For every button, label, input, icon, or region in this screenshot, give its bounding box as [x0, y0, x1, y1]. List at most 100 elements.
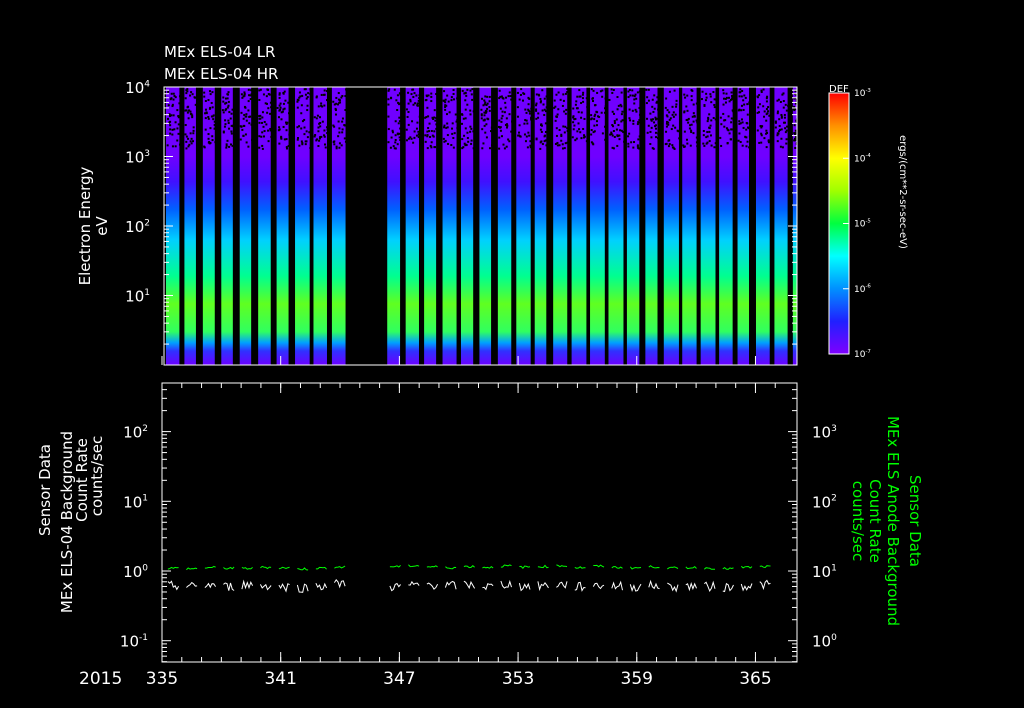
- spectrogram-speckle: [505, 145, 508, 148]
- spectrogram-speckle: [306, 109, 309, 112]
- spectrogram-speckle: [763, 110, 766, 113]
- spectrogram-speckle: [695, 102, 698, 105]
- spectrogram-speckle: [222, 96, 225, 99]
- spectrogram-speckle: [746, 140, 749, 143]
- spectrogram-speckle: [739, 91, 742, 94]
- spectrogram-speckle: [464, 99, 467, 102]
- els04-background-line: [629, 583, 642, 592]
- right-tick-label: 103: [812, 424, 837, 442]
- spectrogram-speckle: [433, 146, 436, 149]
- spectrogram-speckle: [167, 104, 170, 107]
- spectrogram-speckle: [746, 113, 749, 116]
- spectrogram-speckle: [190, 91, 193, 94]
- spectrogram-speckle: [591, 97, 594, 100]
- spectrogram-speckle: [578, 89, 581, 92]
- spectrogram-speckle: [620, 91, 623, 94]
- spectrogram-column: [590, 87, 605, 365]
- spectrogram-speckle: [739, 88, 742, 91]
- spectrogram-speckle: [601, 132, 604, 135]
- spectrogram-speckle: [576, 95, 579, 98]
- spectrogram-speckle: [265, 95, 268, 98]
- spectrogram-speckle: [309, 92, 312, 95]
- spectrogram-speckle: [319, 116, 322, 119]
- els04-background-line: [259, 583, 272, 591]
- spectrogram-speckle: [616, 108, 619, 111]
- spectrogram-speckle: [451, 127, 454, 130]
- spectrogram-speckle: [250, 89, 253, 92]
- spectrogram-speckle: [665, 125, 668, 128]
- els04-background-line: [685, 582, 697, 592]
- spectrogram-speckle: [172, 98, 175, 101]
- spectrogram-speckle: [248, 122, 251, 125]
- spectrogram-speckle: [668, 111, 671, 114]
- spectrogram-speckle: [683, 130, 686, 133]
- spectrogram-speckle: [472, 110, 475, 113]
- spectrogram-speckle: [581, 97, 584, 100]
- spectrogram-speckle: [484, 101, 487, 104]
- spectrogram-speckle: [443, 140, 446, 143]
- spectrogram-speckle: [706, 141, 709, 144]
- spectrogram-speckle: [600, 111, 603, 114]
- spectrogram-speckle: [228, 127, 231, 130]
- spectrogram-speckle: [169, 128, 172, 131]
- spectrogram-speckle: [541, 109, 544, 112]
- spectrogram-speckle: [443, 124, 446, 127]
- spectrogram-speckle: [282, 91, 285, 94]
- spectrogram-speckle: [793, 132, 796, 135]
- right-axis-label-line4: counts/sec: [849, 481, 867, 561]
- spectrogram-speckle: [544, 130, 547, 133]
- spectrogram-speckle: [184, 124, 187, 127]
- spectrogram-speckle: [779, 100, 782, 103]
- spectrogram-speckle: [486, 95, 489, 98]
- spectrogram-speckle: [170, 92, 173, 95]
- spectrogram-speckle: [177, 115, 180, 118]
- title-hr: MEx ELS-04 HR: [164, 65, 278, 83]
- spectrogram-speckle: [172, 114, 175, 117]
- spectrogram-speckle: [545, 106, 548, 109]
- spectrogram-speckle: [190, 137, 193, 140]
- spectrogram-speckle: [407, 102, 410, 105]
- colorbar-tick-label: 10-3: [854, 88, 871, 99]
- spectrogram-speckle: [262, 93, 265, 96]
- spectrogram-speckle: [260, 135, 263, 138]
- spectrogram-speckle: [776, 140, 779, 143]
- spectrogram-speckle: [230, 132, 233, 135]
- spectrogram-speckle: [315, 138, 318, 141]
- spectrogram-speckle: [575, 107, 578, 110]
- spectrogram-speckle: [656, 117, 659, 120]
- spectrogram-speckle: [779, 145, 782, 148]
- spectrogram-speckle: [675, 105, 678, 108]
- spectrogram-speckle: [725, 127, 728, 130]
- spectrogram-speckle: [249, 98, 252, 101]
- spectrogram-speckle: [169, 120, 172, 123]
- spectrogram-speckle: [283, 107, 286, 110]
- spectrogram-speckle: [261, 144, 264, 147]
- anode-background-line: [482, 565, 494, 569]
- spectrogram-speckle: [702, 129, 705, 132]
- spectrogram-speckle: [229, 143, 232, 146]
- spectrogram-speckle: [652, 110, 655, 113]
- spectrogram-speckle: [435, 127, 438, 130]
- spectrogram-speckle: [470, 127, 473, 130]
- spectrogram-speckle: [709, 95, 712, 98]
- spectrogram-speckle: [565, 108, 568, 111]
- spectrogram-speckle: [498, 89, 501, 92]
- anode-background-line: [186, 567, 198, 571]
- spectrogram-speckle: [484, 95, 487, 98]
- spectrogram-speckle: [672, 124, 675, 127]
- spectrogram-speckle: [307, 92, 310, 95]
- spectrogram-speckle: [430, 100, 433, 103]
- spectrogram-speckle: [248, 115, 251, 118]
- spectrogram-speckle: [676, 129, 679, 132]
- spectrogram-speckle: [714, 118, 717, 121]
- spectrogram-speckle: [190, 113, 193, 116]
- spectrogram-speckle: [744, 96, 747, 99]
- spectrogram-speckle: [657, 137, 660, 140]
- spectrogram-speckle: [616, 134, 619, 137]
- spectrogram-speckle: [690, 131, 693, 134]
- spectrogram-speckle: [445, 113, 448, 116]
- spectrogram-speckle: [746, 122, 749, 125]
- spectrogram-speckle: [452, 146, 455, 149]
- spectrogram-speckle: [726, 142, 729, 145]
- spectrogram-speckle: [758, 103, 761, 106]
